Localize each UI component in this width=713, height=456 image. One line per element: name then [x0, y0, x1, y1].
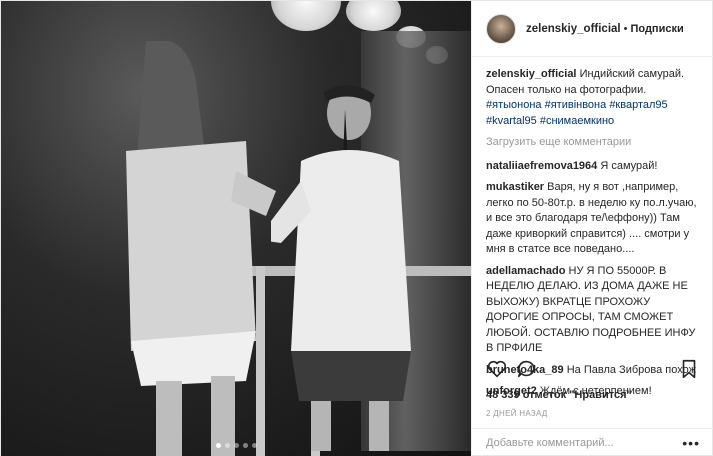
hashtag[interactable]: #ятивінвона: [545, 99, 607, 111]
avatar[interactable]: [486, 13, 516, 44]
comment: mukastiker Варя, ну я вот ,например, лег…: [486, 180, 704, 258]
caption-username[interactable]: zelenskiy_official: [486, 68, 577, 80]
header-username[interactable]: zelenskiy_official: [526, 23, 621, 35]
post-photo[interactable]: [1, 1, 471, 456]
action-bar: [486, 357, 700, 381]
comment-input[interactable]: [486, 437, 683, 449]
carousel-dot[interactable]: [242, 443, 248, 448]
following-button[interactable]: Подписки: [630, 23, 683, 35]
hashtag[interactable]: #ятыонона: [486, 99, 542, 111]
carousel-dot[interactable]: [224, 443, 230, 448]
post-date[interactable]: 2 ДНЕЙ НАЗАД: [486, 409, 548, 418]
paper-lantern: [271, 1, 341, 31]
hashtag[interactable]: #квартал95: [609, 99, 667, 111]
comment-text: НУ Я ПО 55000Р. В НЕДЕЛЮ ДЕЛАЮ. ИЗ ДОМА …: [486, 264, 696, 355]
comments-list: zelenskiy_official Индийский самурай. Оп…: [472, 61, 713, 397]
comment: adellamachado НУ Я ПО 55000Р. В НЕДЕЛЮ Д…: [486, 264, 704, 357]
post-window: zelenskiy_official • Подписки zelenskiy_…: [0, 0, 713, 456]
comment: nataliiaefremova1964 Я самурай!: [486, 159, 704, 175]
bookmark-icon[interactable]: [678, 358, 700, 380]
heart-icon[interactable]: [486, 358, 508, 380]
caption: zelenskiy_official Индийский самурай. Оп…: [486, 67, 704, 129]
man-figure: [271, 84, 411, 451]
likes-count[interactable]: 48 339 отметок "Нравится": [486, 389, 632, 401]
comment-username[interactable]: nataliiaefremova1964: [486, 160, 597, 172]
post-sidebar: zelenskiy_official • Подписки zelenskiy_…: [471, 1, 713, 456]
paper-lantern: [346, 1, 401, 31]
comment-text: Я самурай!: [600, 159, 658, 172]
hashtag[interactable]: #kvartal95: [486, 115, 537, 127]
more-options-icon[interactable]: •••: [682, 435, 700, 451]
carousel-dot[interactable]: [251, 443, 257, 448]
add-comment-bar: •••: [472, 428, 713, 456]
comment-icon[interactable]: [516, 358, 538, 380]
header-separator: •: [623, 22, 628, 35]
likes-word: "Нравится": [569, 389, 632, 401]
comment-username[interactable]: mukastiker: [486, 181, 544, 193]
load-more-comments[interactable]: Загрузить еще комментарии: [486, 135, 704, 151]
likes-number: 48 339 отметок: [486, 389, 567, 401]
post-header: zelenskiy_official • Подписки: [472, 1, 713, 57]
comment-username[interactable]: adellamachado: [486, 265, 565, 277]
hashtag[interactable]: #снимаемкино: [540, 115, 614, 127]
carousel-dot[interactable]: [233, 443, 239, 448]
woman-figure: [126, 41, 276, 456]
carousel-dot[interactable]: [215, 443, 221, 448]
carousel-indicator: [1, 439, 471, 451]
